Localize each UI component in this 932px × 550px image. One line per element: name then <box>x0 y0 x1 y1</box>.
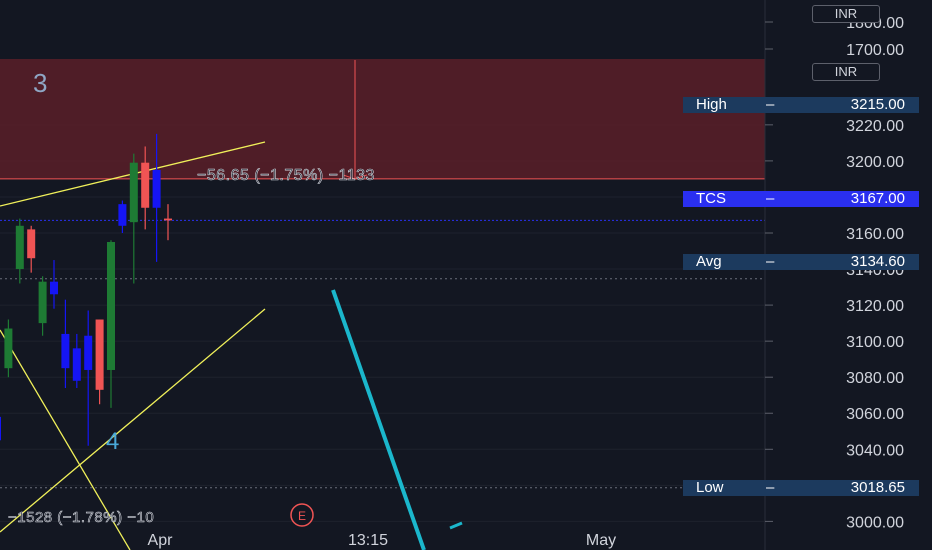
axis-tick-label: 3060.00 <box>846 406 904 423</box>
time-axis-label: 13:15 <box>348 532 388 549</box>
measure-label: −56.65 (−1.75%) −1133 <box>197 167 375 184</box>
price-label-high: High – 3215.00 <box>683 97 919 113</box>
high-value: 3215.00 <box>850 96 905 113</box>
price-label-low: Low – 3018.65 <box>683 480 919 496</box>
axis-tick-label: 3000.00 <box>846 514 904 531</box>
high-label: High <box>696 96 727 113</box>
wave-label-3[interactable]: 3 <box>33 68 47 98</box>
price-chart[interactable]: 3 4 −56.65 (−1.75%) −1133 −1528 (−1.78%)… <box>0 0 932 550</box>
wave-label-4[interactable]: 4 <box>106 428 119 455</box>
low-value: 3018.65 <box>850 479 905 496</box>
candle-body <box>61 333 70 369</box>
time-axis-label: May <box>586 532 616 549</box>
event-marker-label[interactable]: E <box>298 509 306 523</box>
tcs-label: TCS <box>696 190 726 207</box>
axis-tick-label: 3160.00 <box>846 226 904 243</box>
candle-body <box>72 348 81 381</box>
axis-tick-label: 1700.00 <box>846 42 904 59</box>
price-axis[interactable]: 1800.001700.003220.003200.003180.003160.… <box>765 15 904 531</box>
candle-body <box>95 319 104 390</box>
candle-body <box>38 281 47 324</box>
cyan-trendline[interactable] <box>331 289 426 550</box>
axis-tick-label: 3200.00 <box>846 154 904 171</box>
candle-body <box>164 218 172 221</box>
currency-badge-top[interactable]: INR <box>812 5 880 23</box>
axis-tick-label: 3220.00 <box>846 118 904 135</box>
avg-separator: – <box>766 253 775 270</box>
overlap-label: −1528 (−1.78%) −10 <box>8 509 154 526</box>
candle-body <box>107 242 115 370</box>
price-label-tcs: TCS – 3167.00 <box>683 191 919 207</box>
candle-body <box>84 335 93 370</box>
low-separator: – <box>766 479 775 496</box>
candle-body <box>152 169 161 208</box>
avg-label: Avg <box>696 253 722 270</box>
tcs-separator: – <box>766 190 775 207</box>
candle-body <box>50 281 58 295</box>
avg-value: 3134.60 <box>850 253 905 270</box>
candle-body <box>118 204 127 226</box>
candle-body <box>0 416 1 441</box>
candle-body <box>4 328 13 369</box>
time-axis[interactable]: Apr 13:15 May <box>148 532 617 549</box>
price-label-avg: Avg – 3134.60 <box>683 254 919 270</box>
tcs-value: 3167.00 <box>850 190 905 207</box>
high-separator: – <box>766 96 775 113</box>
axis-tick-label: 3120.00 <box>846 298 904 315</box>
axis-tick-label: 3100.00 <box>846 334 904 351</box>
cyan-trendline-fragment <box>449 521 463 530</box>
candle-body <box>141 162 150 208</box>
axis-tick-label: 3080.00 <box>846 370 904 387</box>
resistance-zone[interactable] <box>0 59 765 179</box>
currency-badge[interactable]: INR <box>812 63 880 81</box>
candle-body <box>129 162 138 223</box>
wave-up-trendline <box>0 308 266 533</box>
candle-body <box>27 229 36 259</box>
time-axis-label: Apr <box>148 532 174 549</box>
axis-tick-label: 3040.00 <box>846 442 904 459</box>
candle-body <box>15 225 24 270</box>
candles[interactable] <box>0 133 172 449</box>
low-label: Low <box>696 479 724 496</box>
